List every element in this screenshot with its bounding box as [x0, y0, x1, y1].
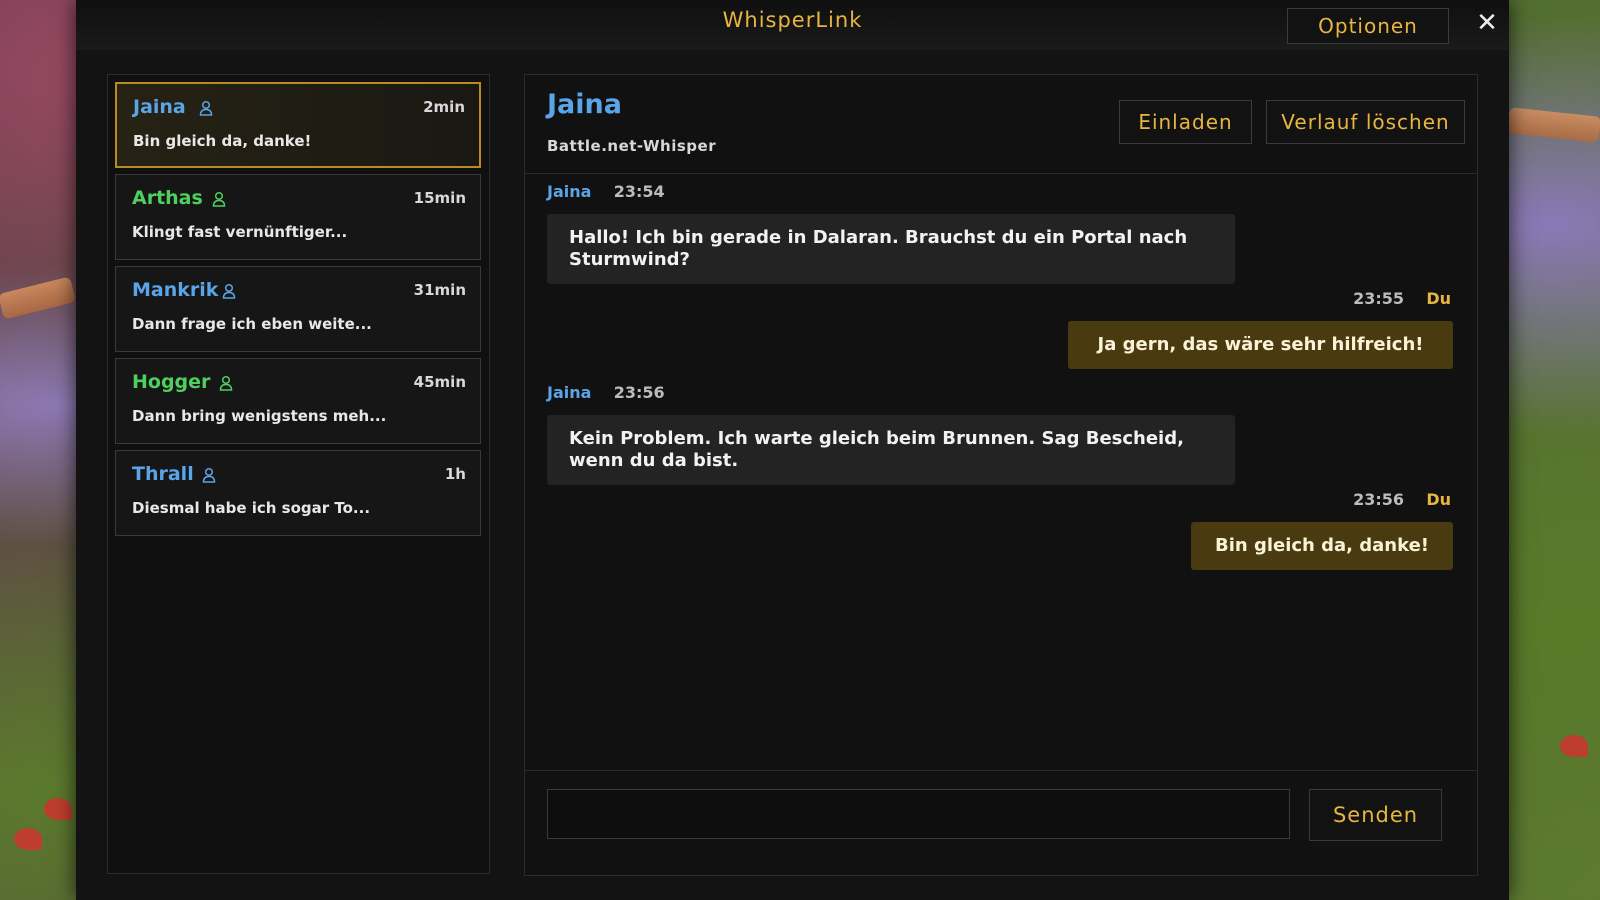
person-icon [219, 375, 233, 391]
close-icon[interactable]: ✕ [1470, 6, 1504, 40]
conversation-preview: Dann bring wenigstens meh... [132, 407, 387, 425]
conversation-preview: Dann frage ich eben weite... [132, 315, 372, 333]
chat-header: Jaina Battle.net-Whisper Einladen Verlau… [525, 75, 1477, 174]
conversation-preview: Bin gleich da, danke! [133, 132, 312, 150]
conversation-name: Mankrik [132, 279, 219, 301]
message-meta: 23:55 Du [1353, 289, 1451, 308]
invite-button[interactable]: Einladen [1119, 100, 1252, 144]
conversation-time: 1h [444, 465, 466, 483]
contact-name: Jaina [547, 89, 622, 120]
message-input[interactable] [547, 789, 1290, 839]
message-time: 23:55 [1353, 289, 1405, 308]
message-sender: Du [1426, 289, 1451, 308]
contact-subtitle: Battle.net-Whisper [547, 137, 717, 155]
chat-panel: Jaina Battle.net-Whisper Einladen Verlau… [524, 74, 1478, 876]
clear-history-button[interactable]: Verlauf löschen [1266, 100, 1465, 144]
conversation-time: 45min [413, 373, 466, 391]
message-bubble-incoming: Hallo! Ich bin gerade in Dalaran. Brauch… [547, 214, 1235, 284]
message-meta: 23:56 Du [1353, 490, 1451, 509]
conversation-item-mankrik[interactable]: Mankrik 31min Dann frage ich eben weite.… [115, 266, 481, 352]
conversation-preview: Klingt fast vernünftiger... [132, 223, 348, 241]
conversation-item-arthas[interactable]: Arthas 15min Klingt fast vernünftiger... [115, 174, 481, 260]
conversation-item-hogger[interactable]: Hogger 45min Dann bring wenigstens meh..… [115, 358, 481, 444]
send-button[interactable]: Senden [1309, 789, 1442, 841]
message-bubble-incoming: Kein Problem. Ich warte gleich beim Brun… [547, 415, 1235, 485]
conversation-name: Jaina [133, 96, 186, 118]
conversation-item-jaina[interactable]: Jaina 2min Bin gleich da, danke! [115, 82, 481, 168]
person-icon [222, 283, 236, 299]
message-sender: Jaina [547, 182, 592, 201]
background-rail [1506, 107, 1600, 143]
message-sender: Jaina [547, 383, 592, 402]
message-time: 23:56 [613, 383, 665, 402]
message-sender: Du [1426, 490, 1451, 509]
conversation-name: Thrall [132, 463, 194, 485]
whisperlink-window: WhisperLink Optionen ✕ Jaina 2min Bin gl… [76, 0, 1509, 900]
message-meta: Jaina 23:54 [547, 182, 665, 201]
message-time: 23:56 [1353, 490, 1405, 509]
conversation-time: 15min [413, 189, 466, 207]
background-flower [44, 798, 72, 820]
background-flower [14, 828, 42, 850]
background-flower [1560, 735, 1588, 757]
options-button[interactable]: Optionen [1287, 8, 1449, 44]
titlebar: WhisperLink Optionen ✕ [76, 0, 1509, 50]
person-icon [212, 191, 226, 207]
conversation-preview: Diesmal habe ich sogar To... [132, 499, 371, 517]
message-meta: Jaina 23:56 [547, 383, 665, 402]
background-rail [0, 276, 77, 320]
conversation-name: Hogger [132, 371, 211, 393]
conversation-item-thrall[interactable]: Thrall 1h Diesmal habe ich sogar To... [115, 450, 481, 536]
message-bubble-outgoing: Ja gern, das wäre sehr hilfreich! [1068, 321, 1453, 369]
message-composer: Senden [525, 770, 1477, 875]
conversation-name: Arthas [132, 187, 203, 209]
person-icon [202, 467, 216, 483]
conversation-list: Jaina 2min Bin gleich da, danke! Arthas … [107, 74, 490, 874]
conversation-time: 31min [413, 281, 466, 299]
person-icon [199, 100, 213, 116]
conversation-time: 2min [423, 98, 465, 116]
message-time: 23:54 [613, 182, 665, 201]
message-bubble-outgoing: Bin gleich da, danke! [1191, 522, 1453, 570]
